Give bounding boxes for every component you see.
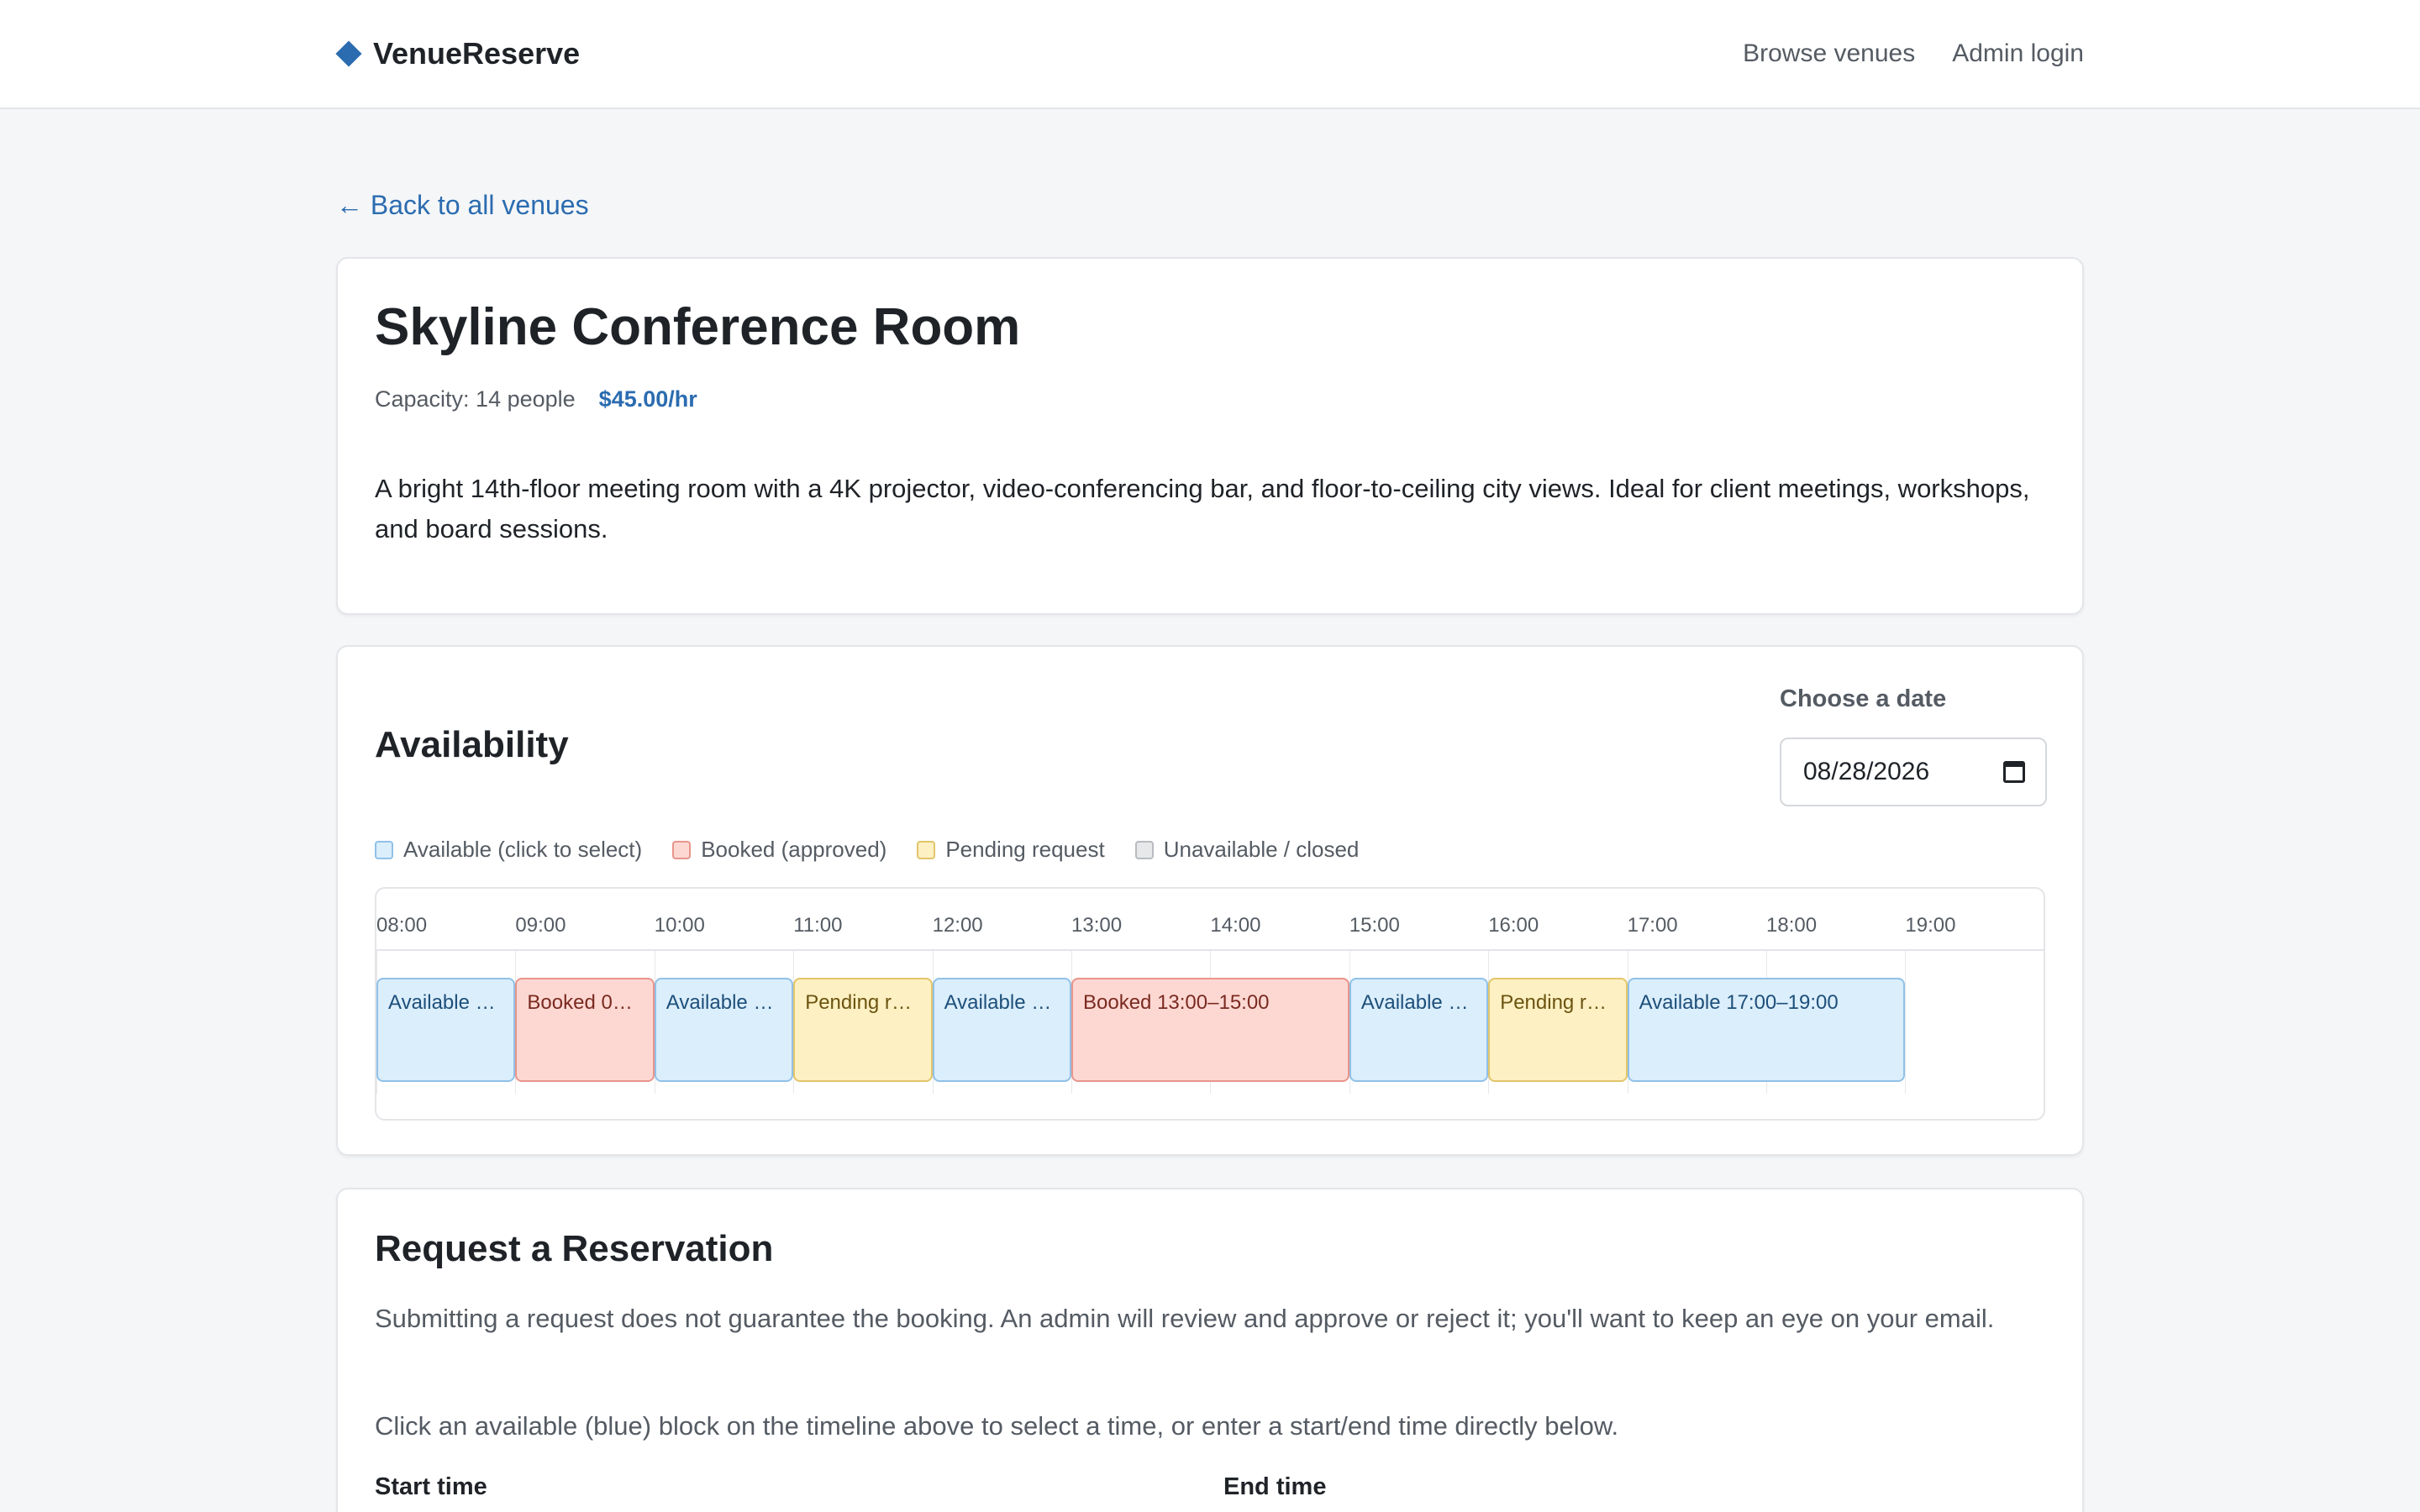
request-notice: Submitting a request does not guarantee … (375, 1304, 1995, 1333)
top-navbar: VenueReserve Browse venues Admin login (0, 0, 2420, 109)
brand-name: VenueReserve (373, 36, 581, 71)
availability-legend: Available (click to select) Booked (appr… (375, 837, 1359, 863)
legend-swatch-available (375, 840, 393, 859)
date-label: Choose a date (1780, 685, 1947, 712)
venue-capacity: Capacity: 14 people (375, 386, 576, 412)
legend-available: Available (click to select) (375, 837, 642, 863)
timeline-block-available[interactable]: Available 12:00–13:00 (932, 978, 1071, 1082)
availability-card: Availability Choose a date 08/28/2026 Av… (336, 645, 2084, 1156)
reservation-request-card: Request a Reservation Submitting a reque… (336, 1188, 2084, 1512)
timeline-hour-label: 18:00 (1766, 914, 1818, 937)
nav-browse-venues[interactable]: Browse venues (1743, 39, 1915, 68)
availability-title: Availability (375, 724, 569, 765)
legend-unavailable: Unavailable / closed (1134, 837, 1360, 863)
venue-price: $45.00/hr (598, 386, 697, 412)
timeline-header: 08:00 09:00 10:00 11:00 12:00 13:00 14:00 15:00… (376, 889, 2044, 951)
end-time-label: End time (1223, 1473, 1327, 1500)
timeline-hour-label: 08:00 (376, 914, 428, 937)
venue-meta: Capacity: 14 people $45.00/hr (375, 386, 697, 412)
legend-label: Available (click to select) (403, 837, 643, 862)
nav-admin-login[interactable]: Admin login (1952, 39, 2084, 68)
venue-description: A bright 14th-floor meeting room with a … (375, 474, 2030, 543)
date-value: 08/28/2026 (1803, 758, 1930, 785)
timeline-hour-label: 16:00 (1488, 914, 1539, 937)
timeline-hour-label: 13:00 (1071, 914, 1123, 937)
timeline-hour-label: 12:00 (932, 914, 983, 937)
venue-details-card: Skyline Conference Room Capacity: 14 peo… (336, 257, 2084, 615)
timeline-block-pending: Pending request 16:00–17:00 (1488, 978, 1628, 1082)
timeline-hour-label: 09:00 (515, 914, 566, 937)
start-time-label: Start time (375, 1473, 487, 1500)
brand-logo[interactable]: VenueReserve (334, 34, 580, 74)
timeline-block-available[interactable]: Available 15:00–16:00 (1349, 978, 1489, 1082)
request-title: Request a Reservation (375, 1228, 774, 1269)
timeline-block-available[interactable]: Available 08:00–09:00 (376, 978, 516, 1082)
calendar-icon[interactable] (2003, 761, 2025, 783)
legend-swatch-pending (917, 840, 936, 859)
timeline-block-booked: Booked 13:00–15:00 (1071, 978, 1349, 1082)
timeline-hour-label: 14:00 (1210, 914, 1261, 937)
timeline-hour-label: 17:00 (1627, 914, 1678, 937)
timeline-block-booked: Booked 09:00–10:00 (515, 978, 655, 1082)
timeline-hour-label: 10:00 (654, 914, 705, 937)
timeline-block-pending: Pending request 11:00–12:00 (793, 978, 933, 1082)
timeline-hour-label: 11:00 (793, 914, 843, 937)
availability-timeline: 08:00 09:00 10:00 11:00 12:00 13:00 14:00 15:00… (375, 887, 2045, 1121)
back-to-venues-link[interactable]: ← Back to all venues (336, 190, 589, 221)
legend-swatch-unavailable (1134, 840, 1154, 859)
legend-label: Pending request (945, 837, 1105, 862)
date-input[interactable]: 08/28/2026 (1780, 738, 2047, 806)
timeline-block-available[interactable]: Available 17:00–19:00 (1627, 978, 1906, 1082)
request-instructions: Click an available (blue) block on the t… (375, 1411, 1619, 1441)
diamond-icon (335, 40, 362, 67)
legend-pending: Pending request (917, 837, 1105, 863)
timeline-hour-label: 19:00 (1905, 914, 1956, 937)
venue-title: Skyline Conference Room (375, 298, 1021, 356)
timeline-block-available[interactable]: Available 10:00–11:00 (654, 978, 794, 1082)
top-nav: Browse venues Admin login (1743, 34, 2084, 74)
legend-swatch-booked (672, 840, 692, 859)
timeline-hour-label: 15:00 (1349, 914, 1400, 937)
legend-booked: Booked (approved) (672, 837, 886, 863)
legend-label: Booked (approved) (701, 837, 887, 862)
timeline-gridline (1905, 951, 1907, 1094)
legend-label: Unavailable / closed (1163, 837, 1360, 862)
